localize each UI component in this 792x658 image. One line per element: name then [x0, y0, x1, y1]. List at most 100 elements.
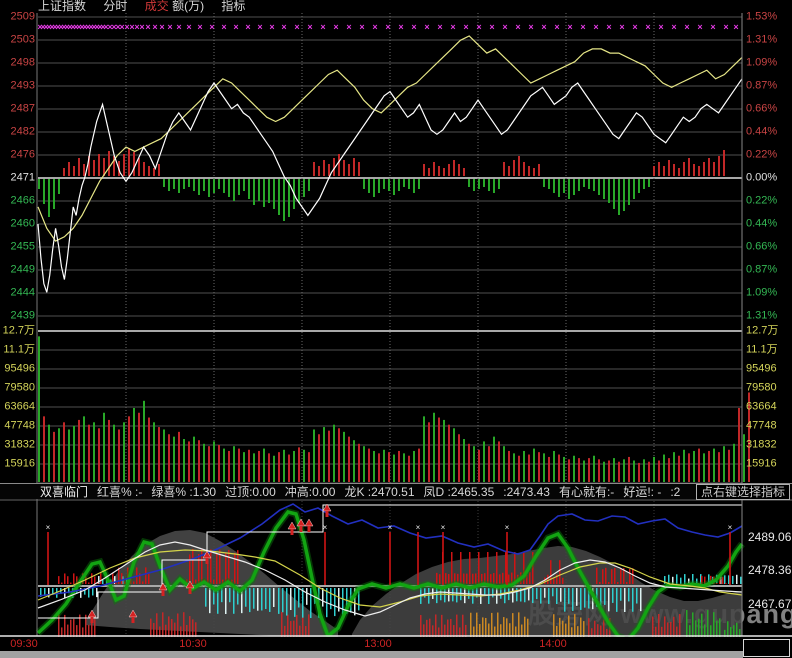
signal-mark-icon: ×: [671, 22, 676, 32]
signal-mark-icon: ×: [186, 22, 191, 32]
volume-axis-label-right: 31832: [746, 440, 777, 451]
price-axis-label: 2509: [11, 12, 35, 23]
signal-mark-icon: ×: [307, 22, 312, 32]
indicator-param: 凤D :2465.35: [424, 485, 495, 499]
volume-axis-label-left: 63664: [4, 402, 35, 413]
signal-mark-icon: ×: [632, 22, 637, 32]
signal-mark-icon: ×: [733, 22, 738, 32]
time-label: 10:30: [179, 638, 207, 650]
percent-axis-label: 0.87%: [746, 81, 777, 92]
signal-mark-icon: ×: [398, 22, 403, 32]
signal-mark-icon: ×: [176, 22, 181, 32]
signal-mark-icon: ×: [209, 22, 214, 32]
stock-app-window: { "title_bar": { "symbol": "上证指数", "view…: [0, 0, 792, 658]
price-axis-label: 2444: [11, 288, 35, 299]
indicator-scale-label: 2467.67: [748, 597, 791, 611]
signal-mark-icon: ×: [515, 22, 520, 32]
spike-mark-icon: ×: [416, 523, 421, 532]
signal-mark-icon: ×: [294, 22, 299, 32]
volume-axis-label-right: 47748: [746, 421, 777, 432]
volume-axis-label-right: 79580: [746, 383, 777, 394]
signal-mark-icon: ×: [593, 22, 598, 32]
signal-mark-icon: ×: [580, 22, 585, 32]
volume-axis-label-left: 11.1万: [3, 345, 35, 356]
symbol-name: 上证指数: [38, 0, 86, 13]
percent-axis-label: 1.31%: [746, 311, 777, 322]
indicator-param-bar: 双喜临门红喜% :-绿喜% :1.30过顶:0.00冲高:0.00龙K :247…: [0, 483, 792, 499]
signal-mark-icon: ×: [424, 22, 429, 32]
signal-mark-icon: ×: [167, 22, 172, 32]
corner-box[interactable]: [743, 639, 790, 657]
volume-axis-label-right: 95496: [746, 364, 777, 375]
percent-axis-label: 1.53%: [746, 12, 777, 23]
volume-axis-label-left: 79580: [4, 383, 35, 394]
spike-mark-icon: ×: [46, 523, 51, 532]
percent-axis-label: 0.66%: [746, 104, 777, 115]
indicator-selector-button[interactable]: 点右键选择指标: [696, 484, 790, 500]
chart-canvas[interactable]: ××××××××××××××××××××××××××××××××××××××××…: [0, 0, 792, 658]
time-axis: 09:3010:3013:0014:00: [0, 637, 792, 650]
price-axis-label: 2460: [11, 219, 35, 230]
signal-mark-icon: ×: [145, 22, 150, 32]
indicator-name: 双喜临门: [40, 485, 88, 499]
volume-axis-label-left: 12.7万: [3, 326, 35, 337]
percent-axis-label: 0.44%: [746, 219, 777, 230]
spike-mark-icon: ×: [388, 523, 393, 532]
signal-mark-icon: ×: [152, 22, 157, 32]
signal-mark-icon: ×: [233, 22, 238, 32]
signal-mark-icon: ×: [502, 22, 507, 32]
indicator-param: 过顶:0.00: [225, 485, 276, 499]
signal-mark-icon: ×: [385, 22, 390, 32]
price-axis-label: 2498: [11, 58, 35, 69]
signal-mark-icon: ×: [437, 22, 442, 32]
volume-axis-label-left: 95496: [4, 364, 35, 375]
signal-mark-icon: ×: [476, 22, 481, 32]
signal-mark-icon: ×: [197, 22, 202, 32]
indicator-menu[interactable]: 指标: [221, 0, 245, 13]
signal-mark-icon: ×: [281, 22, 286, 32]
signal-mark-icon: ×: [159, 22, 164, 32]
signal-mark-icon: ×: [333, 22, 338, 32]
percent-axis-label: 0.44%: [746, 127, 777, 138]
buy-arrow-icon: [305, 519, 313, 526]
percent-axis-label: 0.00%: [746, 173, 777, 184]
indicator-param: :2473.43: [503, 485, 550, 499]
signal-mark-icon: ×: [450, 22, 455, 32]
percent-axis-label: 0.22%: [746, 150, 777, 161]
price-axis-label: 2471: [11, 173, 35, 184]
price-axis-label: 2439: [11, 311, 35, 322]
indicator-param: 好运!: -: [623, 485, 661, 499]
signal-mark-icon: ×: [723, 22, 728, 32]
signal-mark-icon: ×: [658, 22, 663, 32]
volume-mode-label[interactable]: 额(万): [172, 0, 204, 13]
volume-mode-label-red[interactable]: 成交: [145, 0, 169, 13]
buy-arrow-icon: [288, 522, 296, 529]
signal-mark-icon: ×: [528, 22, 533, 32]
view-tab-intraday[interactable]: 分时: [103, 0, 127, 13]
title-bar: 上证指数 分时 成交 额(万) 指标: [0, 0, 792, 13]
bottom-scroll-strip[interactable]: [0, 651, 743, 658]
price-axis-label: 2466: [11, 196, 35, 207]
spike-mark-icon: ×: [728, 523, 733, 532]
indicator-scale-label: 2478.36: [748, 563, 791, 577]
spike-mark-icon: ×: [505, 523, 510, 532]
volume-axis-label-right: 15916: [746, 459, 777, 470]
price-axis-label: 2455: [11, 242, 35, 253]
price-axis-label: 2503: [11, 35, 35, 46]
volume-axis-label-left: 47748: [4, 421, 35, 432]
signal-mark-icon: ×: [697, 22, 702, 32]
signal-mark-icon: ×: [606, 22, 611, 32]
spike-mark-icon: ×: [323, 523, 328, 532]
percent-axis-label: 1.31%: [746, 35, 777, 46]
indicator-param: 龙K :2470.51: [344, 485, 414, 499]
signal-mark-icon: ×: [320, 22, 325, 32]
signal-mark-icon: ×: [221, 22, 226, 32]
indicator-param: 冲高:0.00: [285, 485, 336, 499]
signal-mark-icon: ×: [257, 22, 262, 32]
volume-axis-label-right: 11.1万: [746, 345, 778, 356]
price-axis-label: 2493: [11, 81, 35, 92]
percent-axis-label: 0.22%: [746, 196, 777, 207]
signal-mark-icon: ×: [684, 22, 689, 32]
signal-mark-icon: ×: [372, 22, 377, 32]
price-axis-label: 2476: [11, 150, 35, 161]
